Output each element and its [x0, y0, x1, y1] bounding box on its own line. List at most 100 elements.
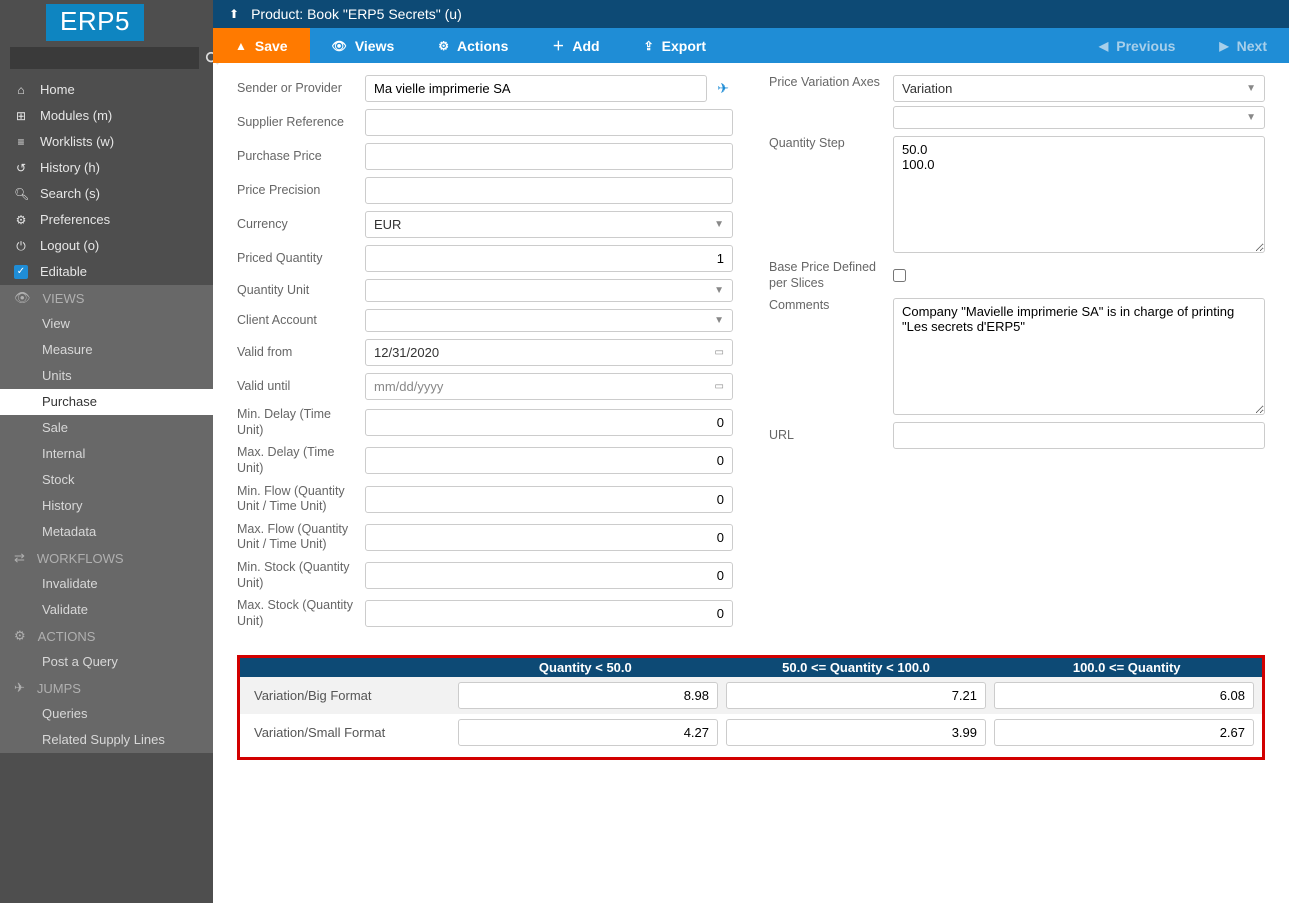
matrix-cell-input[interactable] — [994, 682, 1254, 709]
nav-history[interactable]: ↺History (h) — [0, 155, 213, 181]
nav-worklists[interactable]: ≡Worklists (w) — [0, 129, 213, 155]
section-jumps: ✈︎JUMPS QueriesRelated Supply Lines — [0, 675, 213, 753]
axes-select-2[interactable]: ▼ — [893, 106, 1265, 129]
purchase-price-input[interactable] — [365, 143, 733, 170]
url-input[interactable] — [893, 422, 1265, 449]
sliders-icon: ⚙︎ — [14, 211, 28, 229]
priced-qty-input[interactable] — [365, 245, 733, 272]
power-icon: ⏻ — [14, 237, 28, 255]
sidebar-item-units[interactable]: Units — [0, 363, 213, 389]
max-stock-input[interactable] — [365, 600, 733, 627]
sidebar-item-internal[interactable]: Internal — [0, 441, 213, 467]
comments-input[interactable] — [893, 298, 1265, 415]
min-flow-label: Min. Flow (Quantity Unit / Time Unit) — [237, 484, 365, 515]
add-button[interactable]: ＋Add — [530, 28, 621, 63]
max-stock-label: Max. Stock (Quantity Unit) — [237, 598, 365, 629]
price-precision-input[interactable] — [365, 177, 733, 204]
qty-unit-select[interactable]: ▼ — [365, 279, 733, 302]
sidebar-item-post-a-query[interactable]: Post a Query — [0, 649, 213, 675]
sidebar-item-purchase[interactable]: Purchase — [0, 389, 213, 415]
nav-search-label: Search (s) — [40, 185, 100, 203]
previous-button: ◀Previous — [1077, 28, 1197, 63]
search-input[interactable] — [10, 47, 199, 69]
matrix-cell-input[interactable] — [994, 719, 1254, 746]
nav-editable[interactable]: ✓Editable — [0, 259, 213, 285]
sidebar-item-stock[interactable]: Stock — [0, 467, 213, 493]
nav-home[interactable]: ⌂Home — [0, 77, 213, 103]
url-label: URL — [769, 428, 893, 444]
axes-select-1[interactable]: Variation▼ — [893, 75, 1265, 102]
nav-logout[interactable]: ⏻ Logout (o) — [0, 233, 213, 259]
matrix-col-1: 50.0 <= Quantity < 100.0 — [721, 658, 992, 677]
client-account-label: Client Account — [237, 313, 365, 329]
sender-input[interactable] — [365, 75, 707, 102]
views-button[interactable]: 👁︎Views — [310, 28, 417, 63]
save-button[interactable]: ▲Save — [213, 28, 310, 63]
max-delay-input[interactable] — [365, 447, 733, 474]
qstep-input[interactable] — [893, 136, 1265, 253]
axes-label: Price Variation Axes — [769, 75, 893, 91]
max-delay-label: Max. Delay (Time Unit) — [237, 445, 365, 476]
sidebar-item-history[interactable]: History — [0, 493, 213, 519]
sidebar-item-related-supply-lines[interactable]: Related Supply Lines — [0, 727, 213, 753]
sidebar-item-metadata[interactable]: Metadata — [0, 519, 213, 545]
slice-checkbox[interactable] — [893, 269, 906, 282]
supplier-ref-input[interactable] — [365, 109, 733, 136]
matrix-row-label: Variation/Big Format — [244, 682, 454, 709]
titlebar: ⬆︎ Product: Book "ERP5 Secrets" (u) — [213, 0, 1289, 28]
chevron-down-icon: ▼ — [1246, 83, 1256, 94]
search-nav-icon: 🔍︎ — [14, 185, 28, 203]
export-button[interactable]: ⇪Export — [622, 28, 728, 63]
max-flow-label: Max. Flow (Quantity Unit / Time Unit) — [237, 522, 365, 553]
matrix-cell-input[interactable] — [726, 682, 986, 709]
section-workflows-head: ⇄WORKFLOWS — [0, 545, 213, 571]
matrix-cell-input[interactable] — [458, 682, 718, 709]
sidebar-item-validate[interactable]: Validate — [0, 597, 213, 623]
sidebar-item-invalidate[interactable]: Invalidate — [0, 571, 213, 597]
min-stock-input[interactable] — [365, 562, 733, 589]
priced-qty-label: Priced Quantity — [237, 251, 365, 267]
history-icon: ↺ — [14, 159, 28, 177]
eye-tb-icon: 👁︎ — [332, 39, 347, 53]
chevron-down-icon: ▼ — [1246, 112, 1256, 123]
next-button: ▶Next — [1197, 28, 1289, 63]
nav-modules[interactable]: ⊞Modules (m) — [0, 103, 213, 129]
valid-from-label: Valid from — [237, 345, 365, 361]
min-delay-input[interactable] — [365, 409, 733, 436]
nav-search[interactable]: 🔍︎ Search (s) — [0, 181, 213, 207]
price-precision-label: Price Precision — [237, 183, 365, 199]
valid-until-label: Valid until — [237, 379, 365, 395]
sidebar-item-sale[interactable]: Sale — [0, 415, 213, 441]
sidebar-item-queries[interactable]: Queries — [0, 701, 213, 727]
currency-select[interactable]: EUR▼ — [365, 211, 733, 238]
qty-unit-label: Quantity Unit — [237, 283, 365, 299]
actions-button[interactable]: ⚙︎Actions — [416, 28, 530, 63]
sidebar-item-view[interactable]: View — [0, 311, 213, 337]
jump-plane-icon[interactable]: ✈︎ — [713, 80, 733, 97]
sidebar-search — [0, 47, 213, 77]
section-views: 👁︎VIEWS ViewMeasureUnitsPurchaseSaleInte… — [0, 285, 213, 545]
supplier-ref-label: Supplier Reference — [237, 115, 365, 131]
min-stock-label: Min. Stock (Quantity Unit) — [237, 560, 365, 591]
chevron-down-icon: ▼ — [714, 219, 724, 230]
min-flow-input[interactable] — [365, 486, 733, 513]
matrix-row: Variation/Small Format — [240, 714, 1262, 751]
chevron-down-icon: ▼ — [714, 285, 724, 296]
min-delay-label: Min. Delay (Time Unit) — [237, 407, 365, 438]
up-icon[interactable]: ⬆︎ — [229, 7, 239, 21]
valid-from-input[interactable]: 12/31/2020▭ — [365, 339, 733, 366]
nav-preferences[interactable]: ⚙︎ Preferences — [0, 207, 213, 233]
matrix-cell-input[interactable] — [458, 719, 718, 746]
home-icon: ⌂ — [14, 81, 28, 99]
matrix-col-0: Quantity < 50.0 — [450, 658, 721, 677]
puzzle-icon: ⊞ — [14, 107, 28, 125]
matrix-row-label: Variation/Small Format — [244, 719, 454, 746]
sidebar-item-measure[interactable]: Measure — [0, 337, 213, 363]
client-account-select[interactable]: ▼ — [365, 309, 733, 332]
valid-until-input[interactable]: mm/dd/yyyy▭ — [365, 373, 733, 400]
nav-preferences-label: Preferences — [40, 211, 110, 229]
currency-label: Currency — [237, 217, 365, 233]
max-flow-input[interactable] — [365, 524, 733, 551]
matrix-cell-input[interactable] — [726, 719, 986, 746]
nav-logout-label: Logout (o) — [40, 237, 99, 255]
